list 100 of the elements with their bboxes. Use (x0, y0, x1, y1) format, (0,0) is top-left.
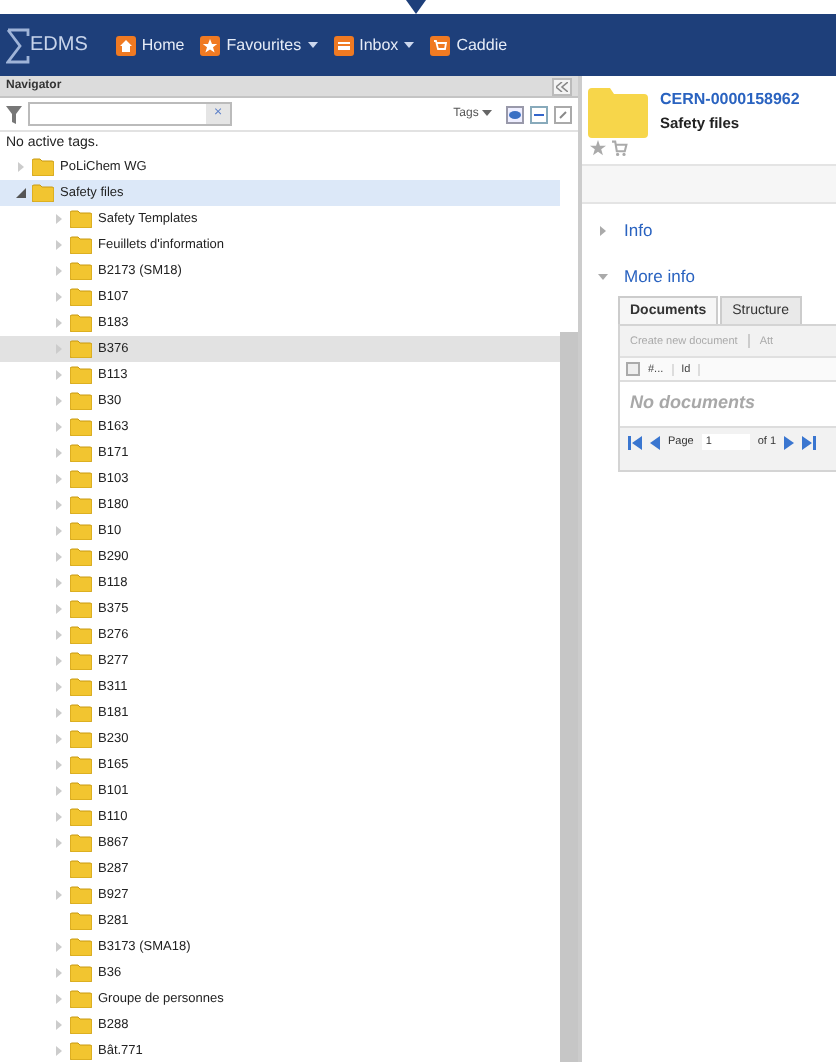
folder-icon (70, 782, 92, 800)
folder-icon (70, 236, 92, 254)
folder-icon (70, 704, 92, 722)
expand-arrow-icon[interactable] (54, 942, 64, 952)
folder-icon (32, 158, 54, 176)
expand-arrow-icon[interactable] (54, 474, 64, 484)
folder-icon (70, 886, 92, 904)
expand-arrow-icon[interactable] (54, 656, 64, 666)
star-icon (200, 35, 221, 55)
folder-icon (70, 990, 92, 1008)
expand-arrow-icon[interactable] (54, 214, 64, 224)
expand-arrow-icon[interactable] (54, 786, 64, 796)
folder-icon (70, 548, 92, 566)
next-page-icon[interactable] (784, 435, 795, 449)
folder-icon (70, 210, 92, 228)
link-icon[interactable] (554, 105, 572, 123)
expand-arrow-icon[interactable] (54, 370, 64, 380)
expand-arrow-icon[interactable] (54, 526, 64, 536)
cart-icon (430, 35, 451, 55)
expand-arrow-icon[interactable] (54, 240, 64, 250)
expand-arrow-icon[interactable] (54, 968, 64, 978)
expand-arrow-icon[interactable] (54, 734, 64, 744)
collapse-button[interactable] (552, 77, 572, 95)
caret-icon (482, 110, 492, 116)
folder-icon (70, 314, 92, 332)
caret-icon (404, 42, 415, 48)
folder-icon (70, 262, 92, 280)
cart-icon[interactable] (612, 140, 628, 156)
expand-arrow-icon[interactable] (54, 994, 64, 1004)
expanded-arrow-icon (598, 271, 608, 281)
scrollbar-thumb[interactable] (560, 332, 578, 1062)
expand-arrow-icon[interactable] (54, 318, 64, 328)
expand-arrow-icon[interactable] (54, 266, 64, 276)
section-header[interactable]: Info (582, 204, 836, 250)
folder-icon (70, 392, 92, 410)
expand-arrow-icon[interactable] (54, 552, 64, 562)
expand-arrow-icon[interactable] (54, 812, 64, 822)
logo[interactable]: EDMS (6, 27, 88, 63)
star-icon[interactable] (590, 140, 606, 156)
expand-arrow-icon[interactable] (54, 1020, 64, 1030)
folder-icon (70, 912, 92, 930)
menu-item[interactable]: Home (115, 35, 185, 55)
expand-arrow-icon[interactable] (54, 292, 64, 302)
folder-icon (70, 1016, 92, 1034)
expand-arrow-icon[interactable] (54, 890, 64, 900)
expand-arrow-icon[interactable] (54, 630, 64, 640)
expand-arrow-icon[interactable] (54, 422, 64, 432)
folder-icon (70, 730, 92, 748)
expand-arrow-icon[interactable] (16, 162, 26, 172)
expand-arrow-icon[interactable] (54, 396, 64, 406)
eye-icon[interactable] (506, 105, 524, 123)
expanded-arrow-icon[interactable] (16, 188, 26, 198)
expand-arrow-icon[interactable] (54, 578, 64, 588)
expand-arrow-icon[interactable] (54, 448, 64, 458)
home-icon (115, 35, 136, 55)
folder-icon (70, 470, 92, 488)
expand-arrow-icon[interactable] (54, 500, 64, 510)
expand-arrow-icon[interactable] (54, 708, 64, 718)
folder-icon (32, 184, 54, 202)
expand-arrow-icon[interactable] (54, 682, 64, 692)
caret-icon (307, 42, 318, 48)
folder-icon (70, 626, 92, 644)
first-page-icon[interactable] (628, 435, 642, 449)
expand-arrow-icon[interactable] (54, 838, 64, 848)
menu-item[interactable]: Caddie (430, 35, 508, 55)
menu-item[interactable]: Inbox (333, 35, 415, 55)
previous-page-icon[interactable] (650, 435, 660, 449)
folder-icon (70, 496, 92, 514)
expand-arrow-icon (598, 225, 608, 235)
folder-icon (70, 366, 92, 384)
document-id[interactable]: CERN-0000158962 (660, 90, 800, 108)
folder-icon (70, 938, 92, 956)
folder-icon (70, 288, 92, 306)
expand-arrow-icon[interactable] (54, 760, 64, 770)
expand-arrow-icon[interactable] (54, 1046, 64, 1056)
folder-icon (588, 86, 648, 138)
filter-icon[interactable] (6, 105, 22, 123)
sigma-icon (6, 27, 30, 63)
menu-item[interactable]: Favourites (200, 35, 318, 55)
folder-icon (70, 600, 92, 618)
folder-icon (70, 964, 92, 982)
folder-icon (70, 808, 92, 826)
folder-icon (70, 678, 92, 696)
section-header[interactable]: More info (582, 250, 836, 296)
folder-icon (70, 756, 92, 774)
folder-icon (70, 860, 92, 878)
folder-icon (70, 444, 92, 462)
folder-icon (70, 652, 92, 670)
empty-message: No documents (620, 382, 836, 426)
expand-arrow-icon[interactable] (54, 604, 64, 614)
folder-icon (70, 522, 92, 540)
folder-icon (70, 1042, 92, 1060)
folder-icon (70, 418, 92, 436)
folder-icon (70, 834, 92, 852)
inbox-icon (333, 35, 354, 55)
checkbox[interactable] (626, 362, 640, 376)
last-page-icon[interactable] (802, 435, 817, 449)
folder-icon (70, 574, 92, 592)
folder-icon (70, 340, 92, 358)
collapse-all-icon[interactable] (530, 105, 548, 123)
